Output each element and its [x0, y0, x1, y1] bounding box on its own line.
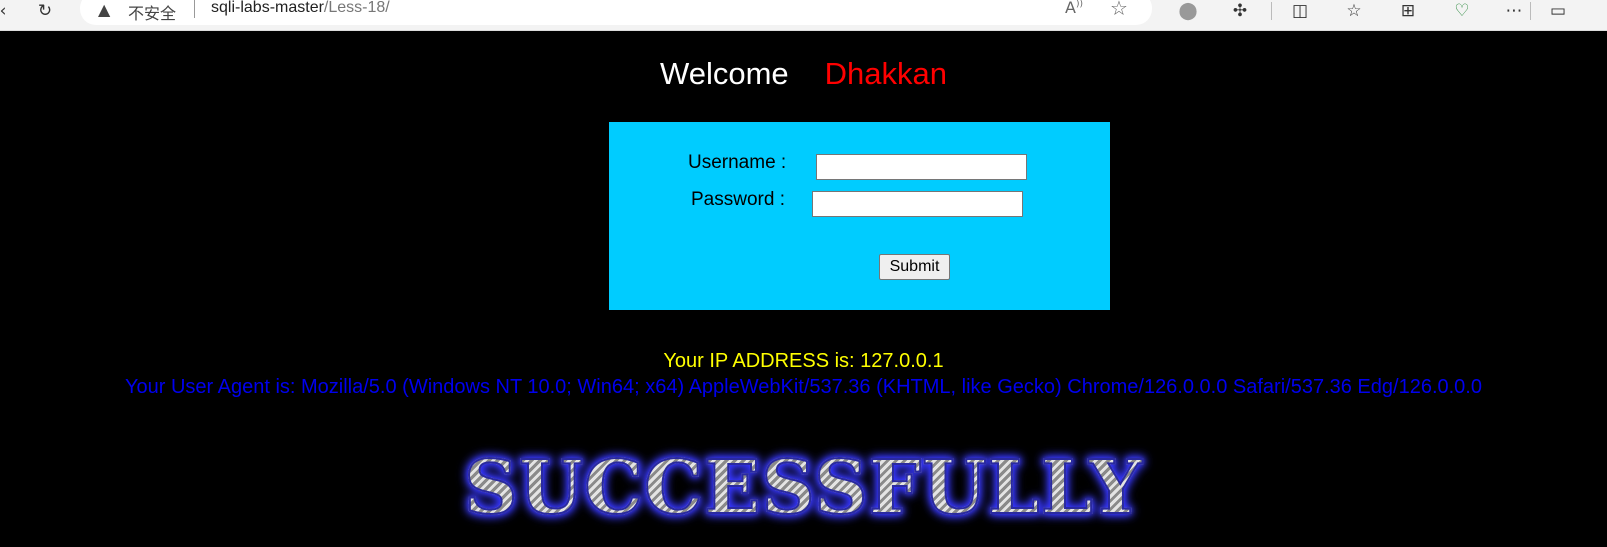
split-screen-icon[interactable]: ◫ [1287, 0, 1313, 22]
welcome-heading: Welcome Dhakkan [0, 56, 1607, 92]
password-input[interactable] [812, 191, 1023, 217]
toolbar-divider [1530, 2, 1531, 20]
favorites-icon[interactable]: ☆ [1341, 0, 1367, 22]
password-label: Password : [691, 189, 785, 210]
browser-toolbar: ‹ ↻ ▲ 不安全 sqli-labs-master/Less-18/ A)) … [0, 0, 1607, 31]
refresh-icon[interactable]: ↻ [32, 0, 58, 22]
welcome-name: Dhakkan [824, 56, 947, 91]
extensions-puzzle-icon[interactable]: ✣ [1227, 0, 1253, 22]
success-banner: SUCCESSFULLY [0, 450, 1607, 526]
url-text[interactable]: sqli-labs-master/Less-18/ [211, 0, 390, 17]
circle-extension-icon[interactable]: ⬤ [1175, 0, 1201, 22]
address-bar[interactable]: ▲ 不安全 sqli-labs-master/Less-18/ A)) ☆ [80, 0, 1152, 25]
welcome-text: Welcome [660, 56, 789, 91]
sidebar-icon[interactable]: ▭ [1545, 0, 1571, 22]
url-host: sqli-labs-master [211, 0, 324, 16]
security-label[interactable]: 不安全 [128, 0, 176, 24]
address-divider [194, 0, 195, 18]
username-label: Username : [688, 152, 787, 173]
read-aloud-icon[interactable]: A)) [1065, 0, 1083, 17]
more-icon[interactable]: ⋯ [1501, 0, 1527, 22]
url-path: /Less-18/ [323, 0, 390, 16]
submit-button[interactable]: Submit [879, 254, 950, 280]
toolbar-divider [1271, 2, 1272, 20]
warning-icon[interactable]: ▲ [98, 0, 110, 19]
collections-icon[interactable]: ⊞ [1395, 0, 1421, 22]
favorite-star-icon[interactable]: ☆ [1110, 0, 1128, 20]
user-agent-text: Your User Agent is: Mozilla/5.0 (Windows… [124, 376, 1482, 398]
username-input[interactable] [816, 154, 1027, 180]
back-icon[interactable]: ‹ [0, 0, 16, 22]
login-form: Username : Password : Submit [609, 122, 1110, 310]
browser-essentials-icon[interactable]: ♡ [1449, 0, 1475, 22]
ip-address-text: Your IP ADDRESS is: 127.0.0.1 [663, 350, 944, 372]
